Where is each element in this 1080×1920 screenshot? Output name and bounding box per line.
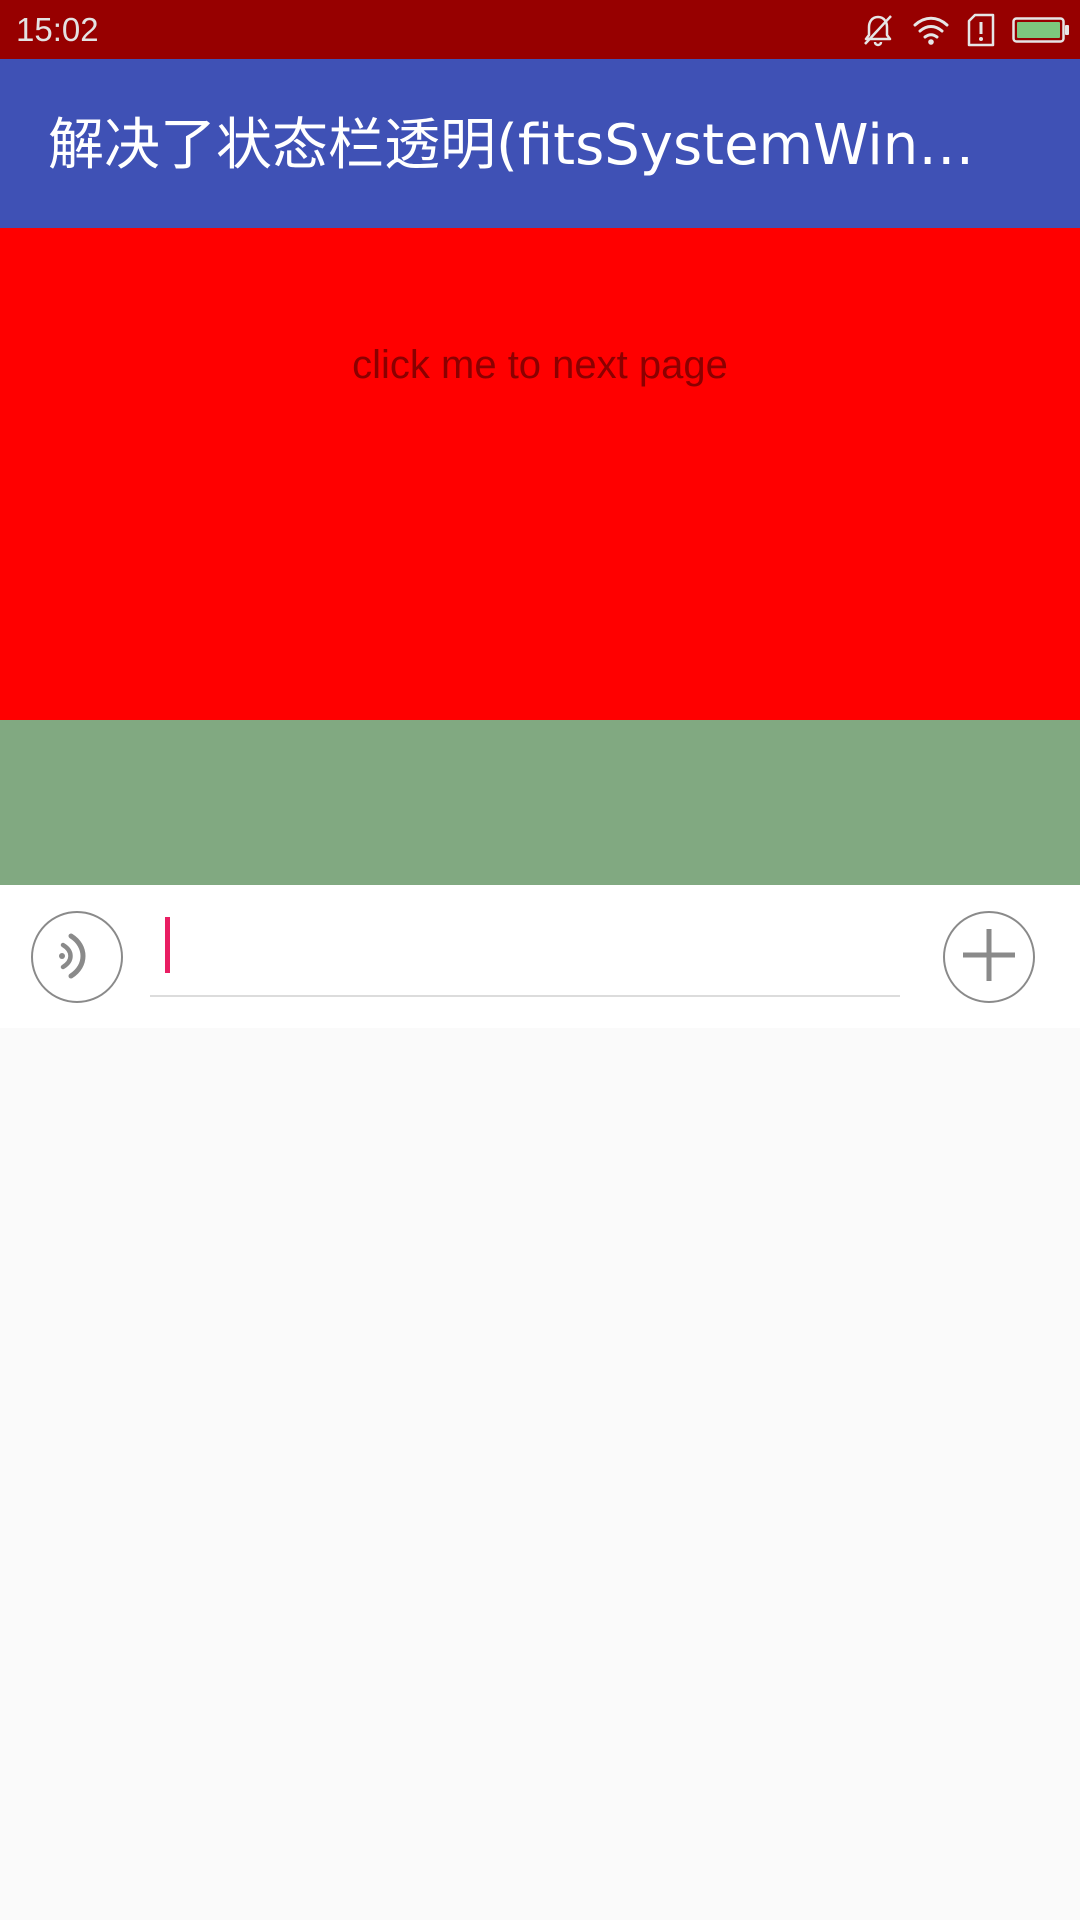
plus-icon [959, 925, 1019, 989]
add-button[interactable] [943, 911, 1035, 1003]
voice-button[interactable] [31, 911, 123, 1003]
voice-icon [49, 925, 105, 989]
status-time: 15:02 [16, 11, 99, 48]
notifications-off-icon [860, 12, 896, 48]
app-bar: 解决了状态栏透明(fitsSystemWindows) [0, 59, 1080, 228]
next-page-link[interactable]: click me to next page [0, 340, 1080, 390]
message-input[interactable] [150, 905, 900, 997]
battery-icon [1012, 17, 1070, 43]
green-content-area [0, 720, 1080, 885]
wifi-icon [912, 14, 950, 46]
red-content-area: click me to next page [0, 228, 1080, 720]
status-bar: 15:02 [0, 0, 1080, 59]
empty-content-area [0, 1028, 1080, 1920]
page-title: 解决了状态栏透明(fitsSystemWindows) [48, 113, 988, 178]
status-icons [860, 10, 1070, 50]
sim-alert-icon [966, 13, 996, 47]
text-cursor [165, 917, 170, 973]
message-input-bar [0, 885, 1080, 1028]
